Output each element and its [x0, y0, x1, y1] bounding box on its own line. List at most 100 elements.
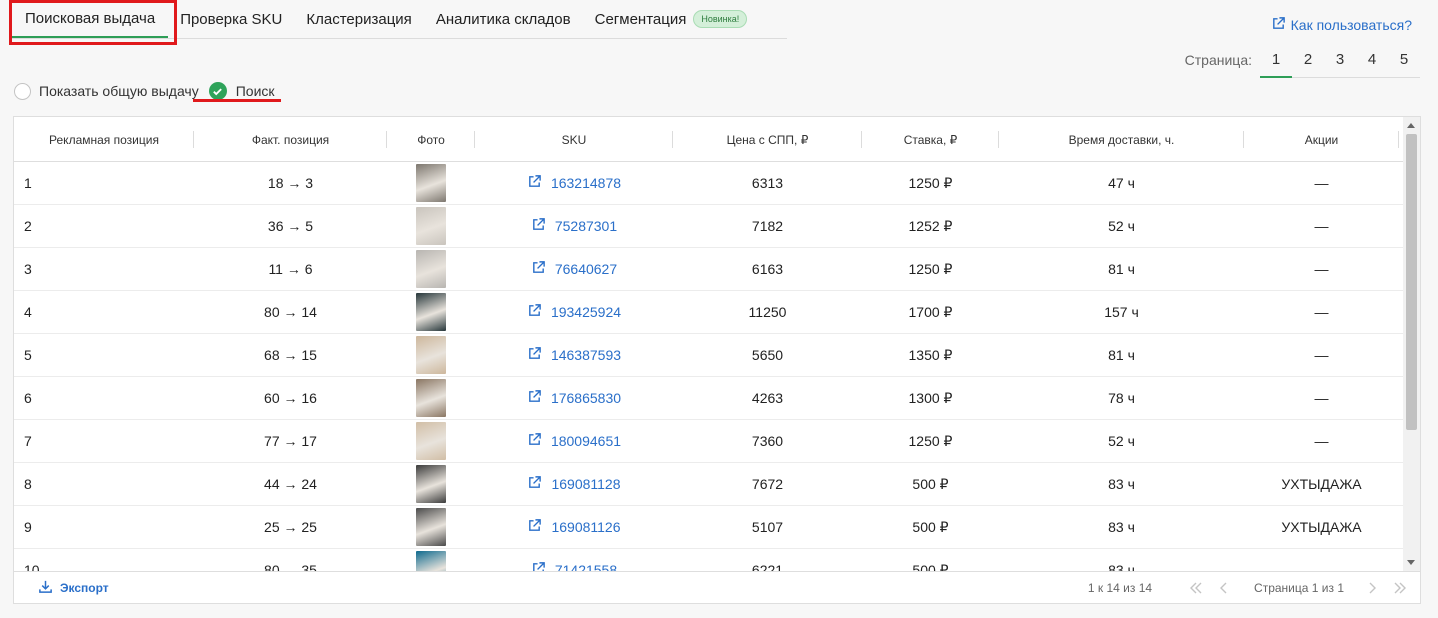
show-all-radio[interactable]	[14, 82, 31, 100]
external-link-icon	[527, 303, 542, 321]
page-tab-4[interactable]: 4	[1356, 42, 1388, 78]
tab-label: Кластеризация	[306, 10, 412, 28]
page-tab-5[interactable]: 5	[1388, 42, 1420, 78]
table-row[interactable]: 2 36 → 5 75287301 7182 1252 ₽ 52 ч —	[14, 205, 1404, 248]
sku-cell: 76640627	[475, 248, 673, 290]
help-link[interactable]: Как пользоваться?	[1271, 16, 1412, 34]
price-cell: 7182	[751, 218, 784, 234]
sku-cell: 180094651	[475, 420, 673, 462]
table-row[interactable]: 7 77 → 17 180094651 7360 1250 ₽ 52 ч —	[14, 420, 1404, 463]
sku-value: 169081126	[551, 519, 621, 535]
next-page-icon[interactable]	[1363, 580, 1381, 596]
delivery-time-cell: 157 ч	[1104, 304, 1139, 320]
sku-cell: 169081128	[475, 463, 673, 505]
product-thumbnail[interactable]	[416, 207, 446, 245]
product-thumbnail[interactable]	[416, 508, 446, 546]
column-header[interactable]: Фото	[387, 117, 475, 162]
product-thumbnail[interactable]	[416, 465, 446, 503]
page-tab-1[interactable]: 1	[1260, 42, 1292, 78]
sku-cell: 176865830	[475, 377, 673, 419]
sku-link[interactable]: 75287301	[531, 217, 617, 235]
column-header[interactable]: SKU	[475, 117, 673, 162]
table-row[interactable]: 5 68 → 15 146387593 5650 1350 ₽ 81 ч —	[14, 334, 1404, 377]
promo-cell: —	[1314, 218, 1329, 234]
product-thumbnail[interactable]	[416, 164, 446, 202]
column-header[interactable]: Ставка, ₽	[862, 117, 999, 162]
first-page-icon[interactable]	[1187, 580, 1205, 596]
search-check-icon[interactable]	[208, 82, 227, 100]
bid-cell: 500 ₽	[912, 561, 949, 572]
delivery-time-cell: 83 ч	[1108, 519, 1135, 535]
table-row[interactable]: 6 60 → 16 176865830 4263 1300 ₽ 78 ч —	[14, 377, 1404, 420]
delivery-time-cell: 52 ч	[1108, 218, 1135, 234]
sku-value: 163214878	[550, 175, 622, 191]
sku-value: 193425924	[550, 304, 622, 320]
tab-search-results[interactable]: Поисковая выдача	[12, 0, 169, 38]
sku-link[interactable]: 71421558	[531, 561, 617, 571]
fact-position-cell: 25 → 25	[264, 519, 317, 535]
product-thumbnail[interactable]	[416, 293, 446, 331]
photo-cell	[387, 549, 475, 571]
product-thumbnail[interactable]	[416, 551, 446, 571]
sku-link[interactable]: 193425924	[527, 303, 621, 321]
sku-link[interactable]: 169081126	[527, 518, 621, 536]
delivery-time-cell: 83 ч	[1108, 476, 1135, 492]
bid-cell: 1250 ₽	[908, 432, 953, 449]
tab-segmentation[interactable]: Сегментация Новинка!	[583, 0, 760, 38]
tab-clustering[interactable]: Кластеризация	[294, 0, 423, 38]
product-thumbnail[interactable]	[416, 336, 446, 374]
fact-position-cell: 80 → 14	[264, 304, 317, 320]
column-header[interactable]: Акции	[1244, 117, 1399, 162]
page-tab-3[interactable]: 3	[1324, 42, 1356, 78]
column-header[interactable]: Факт. позиция	[194, 117, 387, 162]
table-row[interactable]: 8 44 → 24 169081128 7672 500 ₽ 83 ч УХТЫДАЖА	[14, 463, 1404, 506]
new-badge: Новинка!	[693, 10, 748, 28]
column-header[interactable]: Цена с СПП, ₽	[673, 117, 862, 162]
sku-link[interactable]: 76640627	[531, 260, 617, 278]
photo-cell	[387, 205, 475, 247]
ad-position-cell: 5	[24, 347, 32, 363]
main-tabs: Поисковая выдача Проверка SKU Кластериза…	[12, 0, 787, 39]
sku-link[interactable]: 163214878	[527, 174, 621, 192]
delivery-time-cell: 81 ч	[1108, 347, 1135, 363]
sku-value: 169081128	[551, 476, 621, 492]
product-thumbnail[interactable]	[416, 379, 446, 417]
promo-cell: —	[1314, 261, 1329, 277]
table-row[interactable]: 3 11 → 6 76640627 6163 1250 ₽ 81 ч —	[14, 248, 1404, 291]
page-selector: Страница: 1 2 3 4 5	[1185, 42, 1420, 78]
export-button[interactable]: Экспорт	[38, 579, 109, 597]
vertical-scrollbar[interactable]	[1403, 117, 1420, 571]
price-cell: 6221	[751, 562, 784, 571]
tab-sku-check[interactable]: Проверка SKU	[168, 0, 294, 38]
sku-link[interactable]: 176865830	[527, 389, 621, 407]
ad-position-cell: 1	[24, 175, 32, 191]
tab-warehouse-analytics[interactable]: Аналитика складов	[424, 0, 583, 38]
table-row[interactable]: 4 80 → 14 193425924 11250 1700 ₽ 157 ч —	[14, 291, 1404, 334]
scroll-down-icon[interactable]	[1407, 560, 1415, 565]
prev-page-icon[interactable]	[1215, 580, 1233, 596]
last-page-icon[interactable]	[1391, 580, 1409, 596]
external-link-icon	[531, 217, 546, 235]
promo-cell: —	[1314, 390, 1329, 406]
sku-link[interactable]: 180094651	[527, 432, 621, 450]
show-all-label[interactable]: Показать общую выдачу	[39, 83, 199, 99]
product-thumbnail[interactable]	[416, 250, 446, 288]
table-row[interactable]: 1 18 → 3 163214878 6313 1250 ₽ 47 ч —	[14, 162, 1404, 205]
promo-cell: —	[1314, 175, 1329, 191]
product-thumbnail[interactable]	[416, 422, 446, 460]
page-tab-2[interactable]: 2	[1292, 42, 1324, 78]
photo-cell	[387, 162, 475, 204]
bid-cell: 1700 ₽	[908, 303, 953, 320]
tab-label: Поисковая выдача	[25, 9, 156, 27]
scroll-up-icon[interactable]	[1407, 123, 1415, 128]
price-cell: 6313	[751, 175, 784, 191]
column-header[interactable]: Время доставки, ч.	[999, 117, 1244, 162]
scroll-thumb[interactable]	[1406, 134, 1417, 430]
fact-position-cell: 18 → 3	[267, 175, 314, 191]
table-row[interactable]: 9 25 → 25 169081126 5107 500 ₽ 83 ч УХТЫДАЖА	[14, 506, 1404, 549]
sku-link[interactable]: 146387593	[527, 346, 621, 364]
column-header[interactable]: Рекламная позиция	[14, 117, 194, 162]
search-mode-label[interactable]: Поиск	[236, 83, 275, 99]
table-row[interactable]: 10 80 → 35 71421558 6221 500 ₽ 83 ч —	[14, 549, 1404, 571]
sku-link[interactable]: 169081128	[527, 475, 621, 493]
